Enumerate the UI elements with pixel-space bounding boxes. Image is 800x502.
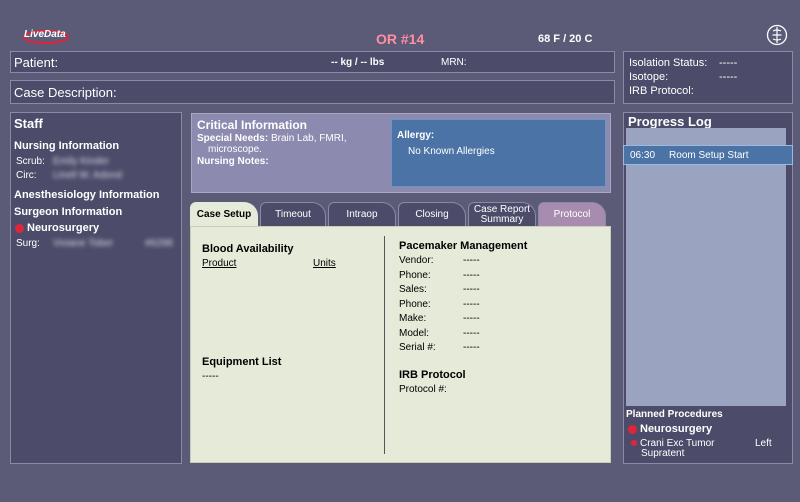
- equipment-list-heading: Equipment List: [202, 356, 282, 368]
- pacemaker-row: Phone: -----: [399, 270, 480, 285]
- bullet-dot-icon: [631, 440, 637, 447]
- pacemaker-row-label: Make:: [399, 313, 427, 324]
- patient-weight: -- kg / -- lbs: [331, 57, 385, 68]
- pacemaker-row-value: -----: [463, 313, 480, 324]
- log-entry-time: 06:30: [630, 149, 656, 161]
- protocol-number-label: Protocol #:: [399, 384, 447, 395]
- pacemaker-row: Sales: -----: [399, 284, 480, 299]
- special-needs-row: Special Needs: Brain Lab, FMRI,: [197, 133, 347, 144]
- pacemaker-row: Phone: -----: [399, 299, 480, 314]
- planned-specialty-label: Neurosurgery: [640, 423, 713, 435]
- log-entry-event: Room Setup Start: [669, 149, 749, 161]
- room-temperature: 68 F / 20 C: [538, 33, 593, 45]
- log-entry[interactable]: 06:30 Room Setup Start: [623, 145, 793, 165]
- pacemaker-list: Vendor: ----- Phone: ----- Sales: ----- Pho…: [399, 255, 480, 357]
- special-needs-value: Brain Lab, FMRI,: [270, 133, 347, 144]
- isolation-status-label: Isolation Status:: [629, 57, 708, 69]
- nursing-notes-label: Nursing Notes:: [197, 156, 269, 167]
- column-divider: [384, 236, 385, 454]
- circ-value: Linell W. Adond: [53, 170, 122, 181]
- progress-log-list[interactable]: [626, 128, 786, 406]
- pacemaker-row-label: Phone:: [399, 298, 431, 310]
- tab-case-setup[interactable]: Case Setup: [190, 202, 258, 226]
- surgeon-heading: Surgeon Information: [14, 206, 123, 218]
- pacemaker-row-value: -----: [463, 327, 480, 339]
- tab-case-report-summary[interactable]: Case Report Summary: [468, 202, 536, 226]
- mrn-label: MRN:: [441, 57, 467, 68]
- units-column-header: Units: [313, 258, 336, 269]
- equipment-list-value: -----: [202, 371, 219, 382]
- tab-closing[interactable]: Closing: [398, 202, 466, 226]
- tab-protocol[interactable]: Protocol: [538, 202, 606, 226]
- surg-id: #6298: [145, 238, 173, 249]
- tab-timeout[interactable]: Timeout: [260, 202, 326, 226]
- scrub-label: Scrub:: [16, 156, 45, 167]
- circ-label: Circ:: [16, 170, 37, 181]
- case-setup-panel: Blood Availability Product Units Equipme…: [190, 226, 611, 463]
- procedure-name-line2: Supratent: [641, 448, 685, 459]
- isotope-value: -----: [719, 71, 738, 83]
- irb-protocol-label: IRB Protocol:: [629, 85, 694, 97]
- isolation-panel: Isolation Status: ----- Isotope: ----- I…: [623, 51, 793, 104]
- nursing-info-heading: Nursing Information: [14, 140, 120, 152]
- pacemaker-row-label: Serial #:: [399, 342, 436, 353]
- case-description-bar: Case Description:: [10, 80, 615, 104]
- progress-log-title: Progress Log: [628, 114, 712, 129]
- planned-procedures-title: Planned Procedures: [626, 409, 723, 420]
- isolation-status-value: -----: [719, 57, 738, 69]
- livedata-logo: LiveData: [22, 27, 70, 45]
- pacemaker-row: Serial #: -----: [399, 342, 480, 357]
- status-dot-icon: [628, 424, 637, 434]
- staff-panel: Staff Nursing Information Scrub: Emily K…: [10, 112, 182, 464]
- pacemaker-row: Make: -----: [399, 313, 480, 328]
- critical-info-title: Critical Information: [197, 118, 308, 132]
- anesthesiology-heading: Anesthesiology Information: [14, 189, 160, 201]
- allergy-label: Allergy:: [397, 130, 435, 141]
- patient-bar: Patient: -- kg / -- lbs MRN:: [10, 51, 615, 73]
- pacemaker-row-label: Vendor:: [399, 255, 434, 266]
- product-column-header: Product: [202, 258, 237, 269]
- logo-text: LiveData: [24, 29, 66, 40]
- status-dot-icon: [15, 223, 24, 233]
- allergy-value: No Known Allergies: [408, 146, 495, 157]
- pacemaker-row: Model: -----: [399, 328, 480, 343]
- pacemaker-row-value: -----: [463, 298, 480, 310]
- pacemaker-row-value: -----: [463, 269, 480, 281]
- pacemaker-row: Vendor: -----: [399, 255, 480, 270]
- pacemaker-row-value: -----: [463, 342, 480, 353]
- allergy-box: Allergy: No Known Allergies: [391, 119, 606, 187]
- case-description-label: Case Description:: [14, 85, 117, 100]
- specialty-neurosurgery: Neurosurgery: [15, 222, 99, 234]
- patient-label: Patient:: [14, 55, 59, 70]
- blood-availability-heading: Blood Availability: [202, 243, 294, 255]
- pacemaker-row-value: -----: [463, 284, 480, 295]
- isotope-label: Isotope:: [629, 71, 669, 83]
- pacemaker-row-label: Phone:: [399, 269, 431, 281]
- special-needs-value-2: microscope.: [208, 144, 262, 155]
- pacemaker-row-label: Model:: [399, 327, 430, 339]
- pacemaker-heading: Pacemaker Management: [399, 240, 528, 252]
- irb-protocol-heading: IRB Protocol: [399, 369, 466, 381]
- staff-title: Staff: [14, 116, 43, 131]
- tab-intraop[interactable]: Intraop: [328, 202, 396, 226]
- pacemaker-row-value: -----: [463, 255, 480, 266]
- pacemaker-row-label: Sales:: [399, 284, 427, 295]
- scrub-value: Emily Kinder: [53, 156, 110, 167]
- surg-label: Surg:: [16, 238, 40, 249]
- specialty-label: Neurosurgery: [27, 222, 100, 234]
- cog-logo-icon[interactable]: [766, 24, 788, 46]
- or-title: OR #14: [376, 31, 425, 47]
- procedure-side: Left: [755, 438, 772, 449]
- planned-specialty: Neurosurgery: [628, 423, 712, 435]
- surg-value: Viviane Tober: [53, 238, 114, 249]
- special-needs-label: Special Needs:: [197, 133, 269, 144]
